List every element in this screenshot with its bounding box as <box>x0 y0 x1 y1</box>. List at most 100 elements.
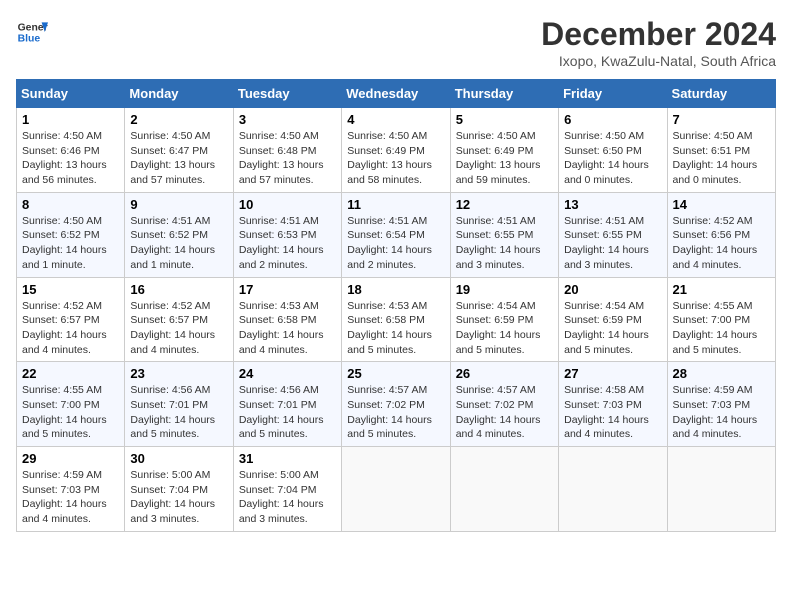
day-info: Sunrise: 4:56 AM Sunset: 7:01 PM Dayligh… <box>130 383 227 442</box>
logo: General Blue <box>16 16 48 48</box>
calendar-cell: 18 Sunrise: 4:53 AM Sunset: 6:58 PM Dayli… <box>342 277 450 362</box>
day-number: 14 <box>673 197 770 212</box>
day-info: Sunrise: 4:58 AM Sunset: 7:03 PM Dayligh… <box>564 383 661 442</box>
calendar-week-row: 15 Sunrise: 4:52 AM Sunset: 6:57 PM Dayli… <box>17 277 776 362</box>
day-info: Sunrise: 4:57 AM Sunset: 7:02 PM Dayligh… <box>456 383 553 442</box>
calendar-cell: 7Sunrise: 4:50 AM Sunset: 6:51 PM Daylig… <box>667 108 775 193</box>
day-info: Sunrise: 4:50 AM Sunset: 6:50 PM Dayligh… <box>564 129 661 188</box>
day-number: 20 <box>564 282 661 297</box>
calendar-cell <box>342 447 450 532</box>
calendar-cell: 17 Sunrise: 4:53 AM Sunset: 6:58 PM Dayli… <box>233 277 341 362</box>
day-number: 23 <box>130 366 227 381</box>
day-number: 29 <box>22 451 119 466</box>
calendar-cell: 24Sunrise: 4:56 AM Sunset: 7:01 PM Dayli… <box>233 362 341 447</box>
day-number: 22 <box>22 366 119 381</box>
weekday-header-monday: Monday <box>125 80 233 108</box>
weekday-header-row: SundayMondayTuesdayWednesdayThursdayFrid… <box>17 80 776 108</box>
calendar-cell: 3 Sunrise: 4:50 AM Sunset: 6:48 PM Daylig… <box>233 108 341 193</box>
day-number: 27 <box>564 366 661 381</box>
calendar-week-row: 29 Sunrise: 4:59 AM Sunset: 7:03 PM Dayli… <box>17 447 776 532</box>
weekday-header-tuesday: Tuesday <box>233 80 341 108</box>
day-info: Sunrise: 4:51 AM Sunset: 6:55 PM Dayligh… <box>564 214 661 273</box>
calendar-cell: 26 Sunrise: 4:57 AM Sunset: 7:02 PM Dayli… <box>450 362 558 447</box>
calendar-cell: 4 Sunrise: 4:50 AM Sunset: 6:49 PM Daylig… <box>342 108 450 193</box>
calendar-cell: 11 Sunrise: 4:51 AM Sunset: 6:54 PM Dayli… <box>342 192 450 277</box>
day-number: 10 <box>239 197 336 212</box>
day-number: 28 <box>673 366 770 381</box>
calendar-cell <box>450 447 558 532</box>
calendar-cell: 19 Sunrise: 4:54 AM Sunset: 6:59 PM Dayli… <box>450 277 558 362</box>
calendar-cell: 1Sunrise: 4:50 AM Sunset: 6:46 PM Daylig… <box>17 108 125 193</box>
day-number: 26 <box>456 366 553 381</box>
day-info: Sunrise: 4:52 AM Sunset: 6:57 PM Dayligh… <box>22 299 119 358</box>
day-info: Sunrise: 5:00 AM Sunset: 7:04 PM Dayligh… <box>130 468 227 527</box>
day-info: Sunrise: 4:59 AM Sunset: 7:03 PM Dayligh… <box>22 468 119 527</box>
calendar-cell: 15 Sunrise: 4:52 AM Sunset: 6:57 PM Dayli… <box>17 277 125 362</box>
calendar-cell: 8 Sunrise: 4:50 AM Sunset: 6:52 PM Daylig… <box>17 192 125 277</box>
weekday-header-wednesday: Wednesday <box>342 80 450 108</box>
day-info: Sunrise: 4:55 AM Sunset: 7:00 PM Dayligh… <box>673 299 770 358</box>
day-info: Sunrise: 4:57 AM Sunset: 7:02 PM Dayligh… <box>347 383 444 442</box>
day-info: Sunrise: 4:50 AM Sunset: 6:49 PM Dayligh… <box>456 129 553 188</box>
calendar-cell: 27 Sunrise: 4:58 AM Sunset: 7:03 PM Dayli… <box>559 362 667 447</box>
day-info: Sunrise: 4:56 AM Sunset: 7:01 PM Dayligh… <box>239 383 336 442</box>
day-info: Sunrise: 4:50 AM Sunset: 6:48 PM Dayligh… <box>239 129 336 188</box>
calendar-cell: 16Sunrise: 4:52 AM Sunset: 6:57 PM Dayli… <box>125 277 233 362</box>
day-number: 18 <box>347 282 444 297</box>
calendar-cell: 28 Sunrise: 4:59 AM Sunset: 7:03 PM Dayli… <box>667 362 775 447</box>
weekday-header-sunday: Sunday <box>17 80 125 108</box>
day-number: 8 <box>22 197 119 212</box>
day-info: Sunrise: 4:50 AM Sunset: 6:47 PM Dayligh… <box>130 129 227 188</box>
day-info: Sunrise: 4:55 AM Sunset: 7:00 PM Dayligh… <box>22 383 119 442</box>
calendar-cell: 31 Sunrise: 5:00 AM Sunset: 7:04 PM Dayli… <box>233 447 341 532</box>
calendar-cell: 30 Sunrise: 5:00 AM Sunset: 7:04 PM Dayli… <box>125 447 233 532</box>
day-number: 15 <box>22 282 119 297</box>
title-area: December 2024 Ixopo, KwaZulu-Natal, Sout… <box>541 16 776 69</box>
day-info: Sunrise: 4:59 AM Sunset: 7:03 PM Dayligh… <box>673 383 770 442</box>
day-info: Sunrise: 4:50 AM Sunset: 6:51 PM Dayligh… <box>673 129 770 188</box>
day-info: Sunrise: 4:50 AM Sunset: 6:49 PM Dayligh… <box>347 129 444 188</box>
day-number: 21 <box>673 282 770 297</box>
day-number: 31 <box>239 451 336 466</box>
page-header: General Blue December 2024 Ixopo, KwaZul… <box>16 16 776 69</box>
calendar-cell: 22 Sunrise: 4:55 AM Sunset: 7:00 PM Dayli… <box>17 362 125 447</box>
day-number: 4 <box>347 112 444 127</box>
page-subtitle: Ixopo, KwaZulu-Natal, South Africa <box>541 53 776 69</box>
day-info: Sunrise: 4:53 AM Sunset: 6:58 PM Dayligh… <box>347 299 444 358</box>
day-info: Sunrise: 4:53 AM Sunset: 6:58 PM Dayligh… <box>239 299 336 358</box>
day-number: 13 <box>564 197 661 212</box>
day-info: Sunrise: 4:54 AM Sunset: 6:59 PM Dayligh… <box>456 299 553 358</box>
day-info: Sunrise: 4:51 AM Sunset: 6:54 PM Dayligh… <box>347 214 444 273</box>
calendar-cell: 25 Sunrise: 4:57 AM Sunset: 7:02 PM Dayli… <box>342 362 450 447</box>
day-number: 3 <box>239 112 336 127</box>
calendar-cell <box>559 447 667 532</box>
calendar-cell: 21 Sunrise: 4:55 AM Sunset: 7:00 PM Dayli… <box>667 277 775 362</box>
calendar-cell: 9Sunrise: 4:51 AM Sunset: 6:52 PM Daylig… <box>125 192 233 277</box>
weekday-header-thursday: Thursday <box>450 80 558 108</box>
calendar-cell: 5 Sunrise: 4:50 AM Sunset: 6:49 PM Daylig… <box>450 108 558 193</box>
calendar-week-row: 22 Sunrise: 4:55 AM Sunset: 7:00 PM Dayli… <box>17 362 776 447</box>
weekday-header-friday: Friday <box>559 80 667 108</box>
day-info: Sunrise: 4:54 AM Sunset: 6:59 PM Dayligh… <box>564 299 661 358</box>
day-number: 19 <box>456 282 553 297</box>
calendar-cell: 14 Sunrise: 4:52 AM Sunset: 6:56 PM Dayli… <box>667 192 775 277</box>
day-info: Sunrise: 4:52 AM Sunset: 6:56 PM Dayligh… <box>673 214 770 273</box>
calendar-cell: 29 Sunrise: 4:59 AM Sunset: 7:03 PM Dayli… <box>17 447 125 532</box>
calendar-cell: 10 Sunrise: 4:51 AM Sunset: 6:53 PM Dayli… <box>233 192 341 277</box>
calendar-cell: 12Sunrise: 4:51 AM Sunset: 6:55 PM Dayli… <box>450 192 558 277</box>
day-info: Sunrise: 4:50 AM Sunset: 6:52 PM Dayligh… <box>22 214 119 273</box>
day-number: 25 <box>347 366 444 381</box>
day-info: Sunrise: 5:00 AM Sunset: 7:04 PM Dayligh… <box>239 468 336 527</box>
day-info: Sunrise: 4:50 AM Sunset: 6:46 PM Dayligh… <box>22 129 119 188</box>
day-number: 17 <box>239 282 336 297</box>
calendar-cell: 6Sunrise: 4:50 AM Sunset: 6:50 PM Daylig… <box>559 108 667 193</box>
calendar-cell: 20 Sunrise: 4:54 AM Sunset: 6:59 PM Dayli… <box>559 277 667 362</box>
day-number: 11 <box>347 197 444 212</box>
day-number: 30 <box>130 451 227 466</box>
day-info: Sunrise: 4:51 AM Sunset: 6:53 PM Dayligh… <box>239 214 336 273</box>
page-title: December 2024 <box>541 16 776 53</box>
calendar-cell: 13 Sunrise: 4:51 AM Sunset: 6:55 PM Dayli… <box>559 192 667 277</box>
calendar-week-row: 1Sunrise: 4:50 AM Sunset: 6:46 PM Daylig… <box>17 108 776 193</box>
day-number: 2 <box>130 112 227 127</box>
day-number: 5 <box>456 112 553 127</box>
